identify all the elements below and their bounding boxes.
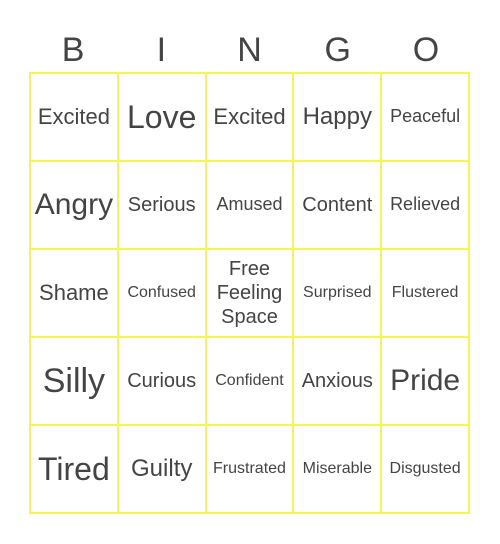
bingo-cell[interactable]: Tired	[30, 425, 118, 513]
bingo-cell[interactable]: Peaceful	[381, 73, 469, 161]
bingo-cell[interactable]: Angry	[30, 161, 118, 249]
free-space-cell[interactable]: Free Feeling Space	[205, 249, 294, 337]
header-letter-g: G	[324, 31, 351, 69]
header-letter-n: N	[237, 31, 262, 69]
bingo-cell[interactable]: Pride	[381, 337, 469, 425]
bingo-card: Excited Love Excited Happy Peaceful Angr…	[29, 72, 470, 514]
header-letter-o: O	[412, 31, 440, 69]
bingo-header: B I N G O	[29, 28, 470, 72]
bingo-cell[interactable]: Amused	[205, 161, 294, 249]
bingo-cell[interactable]: Content	[293, 161, 382, 249]
bingo-cell[interactable]: Frustrated	[205, 425, 294, 513]
bingo-cell[interactable]: Shame	[30, 249, 118, 337]
bingo-cell[interactable]: Relieved	[381, 161, 469, 249]
bingo-cell[interactable]: Happy	[293, 73, 382, 161]
bingo-cell[interactable]: Serious	[117, 161, 206, 249]
bingo-cell[interactable]: Flustered	[381, 249, 469, 337]
bingo-cell[interactable]: Anxious	[293, 337, 382, 425]
bingo-cell[interactable]: Excited	[30, 73, 118, 161]
bingo-cell[interactable]: Confused	[117, 249, 206, 337]
header-letter-i: I	[156, 31, 167, 69]
bingo-cell[interactable]: Confident	[205, 337, 294, 425]
bingo-cell[interactable]: Miserable	[293, 425, 382, 513]
bingo-cell[interactable]: Silly	[30, 337, 118, 425]
bingo-cell[interactable]: Curious	[117, 337, 206, 425]
bingo-cell[interactable]: Disgusted	[381, 425, 469, 513]
bingo-cell[interactable]: Love	[117, 73, 206, 161]
header-letter-b: B	[61, 31, 85, 69]
bingo-cell[interactable]: Excited	[205, 73, 294, 161]
bingo-cell[interactable]: Guilty	[117, 425, 206, 513]
bingo-cell[interactable]: Surprised	[293, 249, 382, 337]
